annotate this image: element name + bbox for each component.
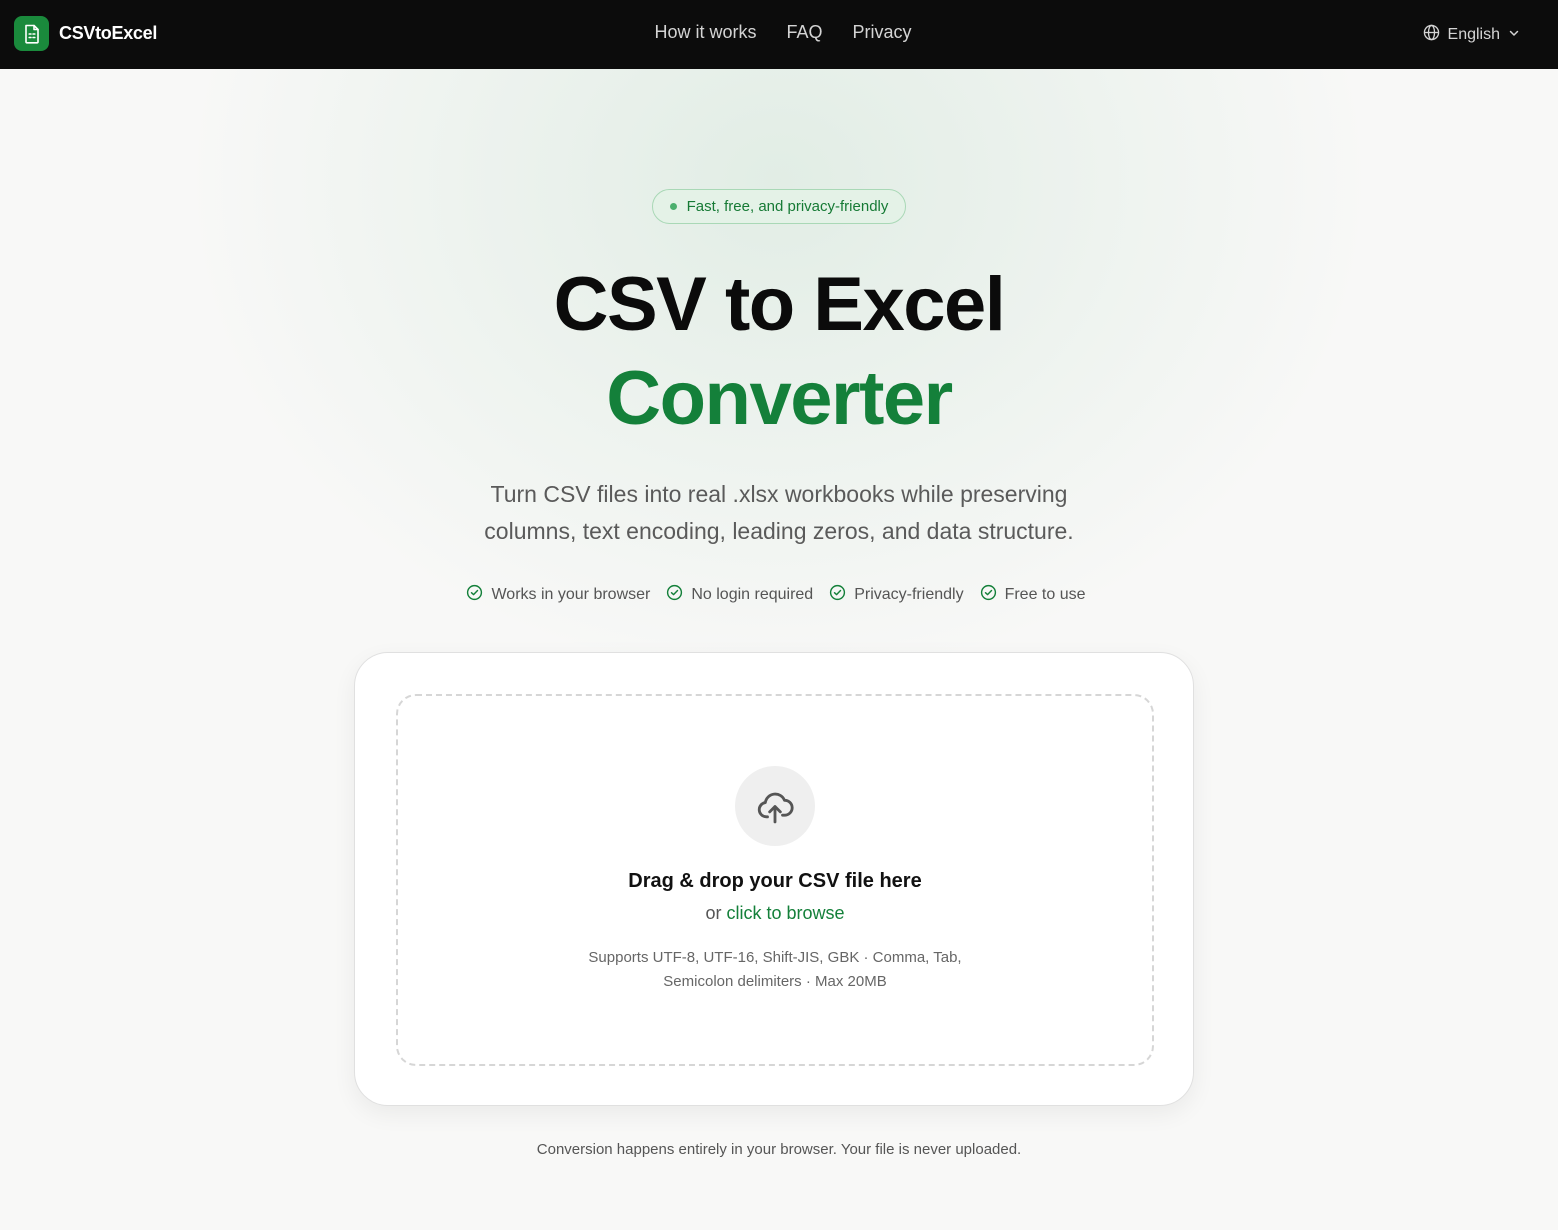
spreadsheet-file-icon bbox=[14, 16, 49, 51]
nav-privacy[interactable]: Privacy bbox=[853, 22, 912, 43]
top-navigation-bar: CSVtoExcel How it works FAQ Privacy Engl… bbox=[0, 0, 1558, 69]
tagline-badge: Fast, free, and privacy-friendly bbox=[651, 189, 907, 224]
brand-name: CSVtoExcel bbox=[59, 23, 158, 43]
check-circle-icon bbox=[666, 584, 683, 606]
chevron-down-icon bbox=[1508, 26, 1520, 44]
language-label: English bbox=[1447, 26, 1500, 43]
dropzone-title: Drag & drop your CSV file here bbox=[628, 870, 922, 892]
nav-faq[interactable]: FAQ bbox=[786, 22, 822, 43]
badge-text: Fast, free, and privacy-friendly bbox=[686, 198, 889, 215]
badge-dot bbox=[669, 203, 677, 210]
feature-list: Works in your browser No login required … bbox=[0, 584, 1558, 606]
or-text: or bbox=[705, 903, 722, 923]
page-title: CSV to Excel Converter bbox=[0, 258, 1558, 446]
feature-label: No login required bbox=[691, 586, 814, 603]
brand-home-link[interactable]: CSVtoExcel bbox=[14, 16, 157, 51]
feature-label: Works in your browser bbox=[491, 586, 651, 603]
language-selector[interactable]: English bbox=[1423, 24, 1520, 46]
privacy-footnote: Conversion happens entirely in your brow… bbox=[536, 1141, 1022, 1158]
feature-item: Works in your browser bbox=[466, 584, 650, 606]
feature-item: No login required bbox=[666, 584, 813, 606]
hero-subtitle: Turn CSV files into real .xlsx workbooks… bbox=[484, 481, 1074, 544]
check-circle-icon bbox=[466, 584, 483, 606]
feature-item: Privacy-friendly bbox=[829, 584, 964, 606]
file-dropzone[interactable]: Drag & drop your CSV file here or click … bbox=[396, 694, 1154, 1066]
nav-how-it-works[interactable]: How it works bbox=[654, 22, 756, 43]
cloud-upload-icon bbox=[735, 766, 815, 846]
upload-card: Drag & drop your CSV file here or click … bbox=[354, 652, 1194, 1106]
dropzone-browse-line: or click to browse bbox=[398, 903, 1152, 924]
title-line-2: Converter bbox=[606, 356, 953, 441]
feature-item: Free to use bbox=[980, 584, 1086, 606]
hero-section: Fast, free, and privacy-friendly CSV to … bbox=[0, 189, 1558, 606]
globe-icon bbox=[1423, 24, 1440, 46]
check-circle-icon bbox=[829, 584, 846, 606]
title-line-1: CSV to Excel bbox=[553, 262, 1006, 347]
check-circle-icon bbox=[980, 584, 997, 606]
browse-link[interactable]: click to browse bbox=[726, 903, 844, 923]
main-nav: How it works FAQ Privacy bbox=[0, 22, 1558, 43]
supported-formats-note: Supports UTF-8, UTF-16, Shift-JIS, GBK ·… bbox=[588, 949, 962, 990]
feature-label: Privacy-friendly bbox=[854, 586, 964, 603]
feature-label: Free to use bbox=[1004, 586, 1086, 603]
